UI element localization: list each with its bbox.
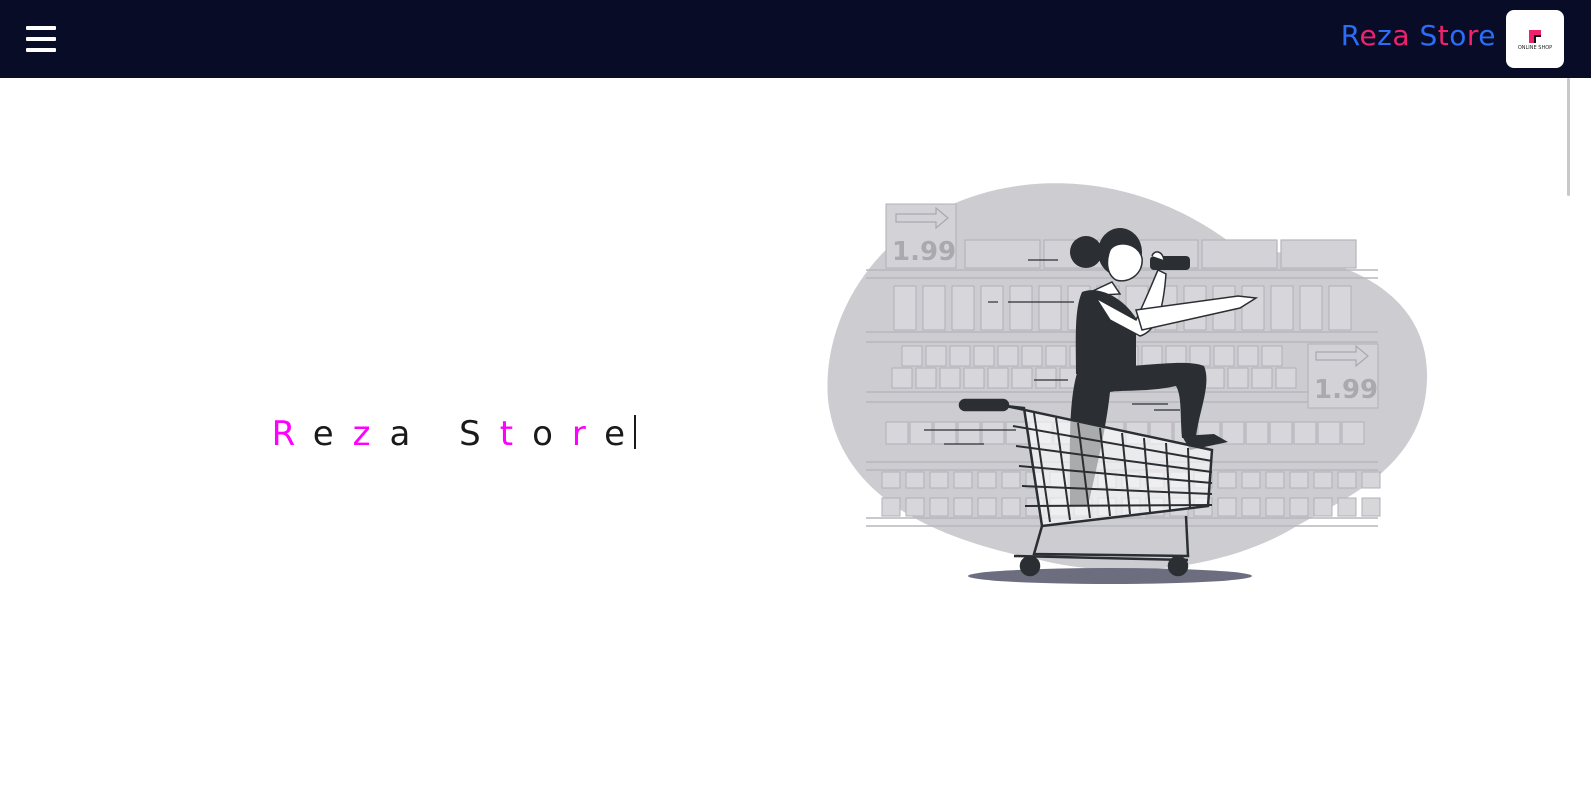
shelf-item bbox=[1035, 367, 1057, 389]
shelf-item bbox=[957, 421, 981, 445]
shelf-item bbox=[997, 345, 1019, 367]
hero-title-letter: t bbox=[499, 414, 533, 454]
shelf-item bbox=[1009, 285, 1033, 331]
shelf-item bbox=[881, 471, 901, 489]
price-tag-right: 1.99 bbox=[1307, 343, 1379, 409]
shelf-item bbox=[885, 421, 909, 445]
shelf-item bbox=[1217, 471, 1237, 489]
cart-shadow bbox=[968, 568, 1252, 584]
shelf-item bbox=[1269, 421, 1293, 445]
shelf-item bbox=[891, 367, 913, 389]
shelf-item bbox=[1038, 285, 1062, 331]
shelf-item bbox=[929, 497, 949, 517]
shelf-item bbox=[1299, 285, 1323, 331]
shelf-item bbox=[1203, 367, 1225, 389]
shelf-item bbox=[1361, 497, 1381, 517]
shelf-item bbox=[1328, 285, 1352, 331]
shelf-item bbox=[1241, 497, 1261, 517]
brand-name-first: Reza bbox=[1340, 19, 1411, 52]
shelf-item bbox=[1341, 421, 1365, 445]
shelf-item bbox=[905, 497, 925, 517]
shelf-item bbox=[1241, 285, 1265, 331]
shelf-item bbox=[1265, 497, 1285, 517]
shelf-item bbox=[1313, 471, 1333, 489]
shelf-item bbox=[1227, 367, 1249, 389]
shelf-item bbox=[1011, 367, 1033, 389]
shelf-item bbox=[953, 497, 973, 517]
shelf-item bbox=[1265, 471, 1285, 489]
shelf-item bbox=[922, 285, 946, 331]
brand-name-second: Store bbox=[1419, 19, 1496, 52]
shelf-item bbox=[1245, 421, 1269, 445]
shelf-item bbox=[925, 345, 947, 367]
store-logo[interactable]: ONLINE SHOP bbox=[1506, 10, 1564, 68]
shelf-item bbox=[901, 345, 923, 367]
hero-title-letter: S bbox=[459, 414, 500, 454]
shelf-item bbox=[1001, 471, 1021, 489]
shelf-item bbox=[1021, 345, 1043, 367]
shelf-item bbox=[1313, 497, 1333, 517]
scrollbar-thumb[interactable] bbox=[1567, 78, 1570, 196]
shelf-item bbox=[929, 471, 949, 489]
shelf-item bbox=[981, 421, 1005, 445]
shelf-item bbox=[1261, 345, 1283, 367]
shelf-item bbox=[1270, 285, 1294, 331]
shelf-item bbox=[949, 345, 971, 367]
shelf-item bbox=[1317, 421, 1341, 445]
shelf-item bbox=[893, 285, 917, 331]
hero-title-letter: o bbox=[532, 414, 572, 454]
brand-name[interactable]: Reza Store bbox=[1341, 18, 1496, 54]
shelf-item bbox=[977, 497, 997, 517]
shelf-item bbox=[977, 471, 997, 489]
hero-title-letter: a bbox=[389, 414, 430, 454]
shelf-item bbox=[1237, 345, 1259, 367]
hero-title-letter: r bbox=[571, 414, 605, 454]
shelf-item bbox=[987, 367, 1009, 389]
shopping-cart-woman-illustration: 1.99 1.99 bbox=[827, 183, 1428, 584]
shelf-item bbox=[1045, 345, 1067, 367]
shelf-item bbox=[973, 345, 995, 367]
shelf-item bbox=[953, 471, 973, 489]
shelf-item bbox=[1141, 345, 1163, 367]
online-shop-logo-icon bbox=[1529, 30, 1541, 43]
price-tag-left-label: 1.99 bbox=[892, 237, 956, 267]
hero-title-letter: z bbox=[352, 414, 390, 454]
price-tag-right-label: 1.99 bbox=[1314, 375, 1378, 405]
top-navbar: Reza Store ONLINE SHOP bbox=[0, 0, 1591, 78]
logo-caption: ONLINE SHOP bbox=[1517, 45, 1553, 51]
shelf-item bbox=[1217, 497, 1237, 517]
shelf-item bbox=[905, 471, 925, 489]
shelf-item bbox=[1001, 497, 1021, 517]
price-tag-left: 1.99 bbox=[885, 203, 957, 269]
shelf-item bbox=[1189, 345, 1211, 367]
shelf-item bbox=[1005, 421, 1029, 445]
shelf-item bbox=[1337, 497, 1357, 517]
hero-title-letter bbox=[429, 414, 459, 454]
shelf-item bbox=[933, 421, 957, 445]
shelf-item bbox=[963, 367, 985, 389]
shelf-item bbox=[1293, 421, 1317, 445]
shelf-item bbox=[1289, 497, 1309, 517]
shelf-item bbox=[1251, 367, 1273, 389]
shelf-item bbox=[1241, 471, 1261, 489]
shelf-item bbox=[980, 285, 1004, 331]
hero-title-letter: e bbox=[604, 414, 645, 454]
typing-caret bbox=[634, 415, 637, 449]
shelf-item bbox=[1289, 471, 1309, 489]
hero-title-letter: e bbox=[312, 414, 353, 454]
shelf-item bbox=[1361, 471, 1381, 489]
shelf-item bbox=[939, 367, 961, 389]
hero-title: Reza Store bbox=[212, 368, 637, 456]
shelf-item bbox=[909, 421, 933, 445]
shelf-item bbox=[881, 497, 901, 517]
shelf-item bbox=[951, 285, 975, 331]
shelf-item bbox=[1213, 345, 1235, 367]
shelf-item bbox=[1337, 471, 1357, 489]
shelf-item bbox=[915, 367, 937, 389]
hero-title-letter: R bbox=[271, 414, 313, 454]
hamburger-menu-icon[interactable] bbox=[26, 24, 56, 54]
shelf-item bbox=[1275, 367, 1297, 389]
